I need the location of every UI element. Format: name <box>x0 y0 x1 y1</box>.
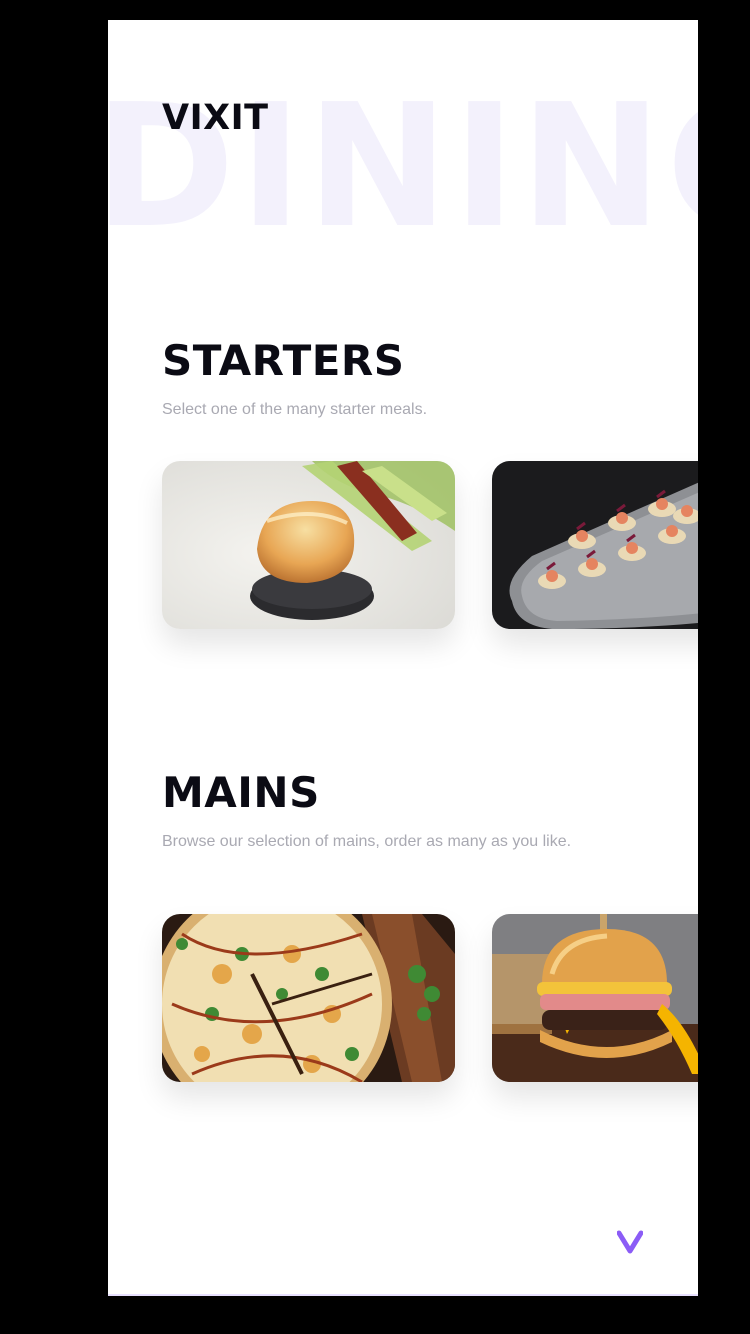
starter-card-scallop[interactable] <box>162 461 455 629</box>
brand-logo-text: VIXIT <box>162 98 269 138</box>
section-subtitle-starters: Select one of the many starter meals. <box>162 401 428 418</box>
mains-card-burger[interactable] <box>492 914 698 1082</box>
v-logo-icon[interactable] <box>617 1230 643 1254</box>
pizza-board-image <box>162 914 455 1082</box>
app-screen: DINING VIXIT STARTERS Select one of the … <box>108 20 698 1296</box>
starter-card-canapes[interactable] <box>492 461 698 629</box>
burger-image <box>492 914 698 1082</box>
mains-card-pizza[interactable] <box>162 914 455 1082</box>
bottom-divider <box>108 1294 698 1296</box>
seared-scallop-plate-image <box>162 461 455 629</box>
section-title-mains: MAINS <box>162 768 320 817</box>
section-title-starters: STARTERS <box>162 336 405 385</box>
section-subtitle-mains: Browse our selection of mains, order as … <box>162 833 572 850</box>
canape-platter-image <box>492 461 698 629</box>
